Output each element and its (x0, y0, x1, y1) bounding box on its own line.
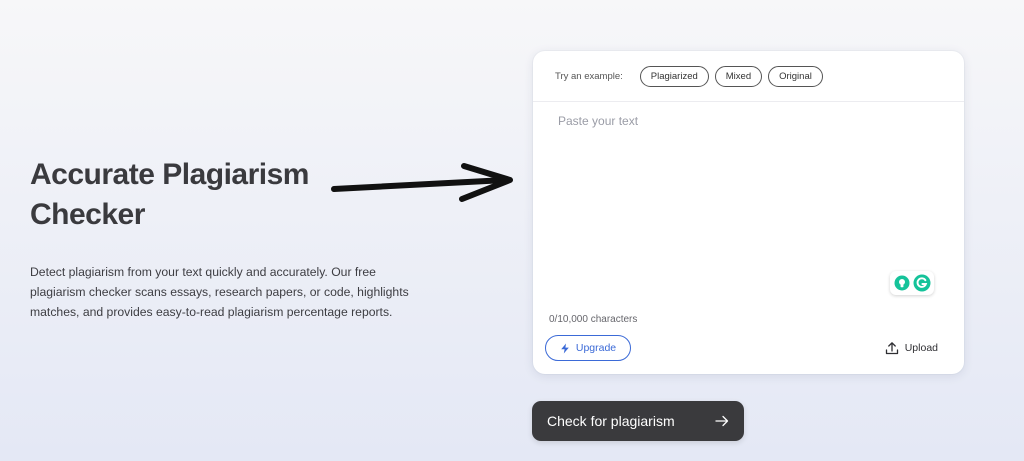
upgrade-button[interactable]: Upgrade (545, 335, 631, 361)
writing-helper-badge[interactable] (890, 271, 934, 295)
upload-icon (885, 342, 898, 355)
upload-button[interactable]: Upload (885, 339, 938, 357)
example-original-chip[interactable]: Original (768, 65, 823, 87)
grammarly-icon[interactable] (913, 274, 931, 292)
page-title: Accurate Plagiarism Checker (30, 158, 309, 231)
arrow-icon (331, 163, 513, 202)
check-plagiarism-label: Check for plagiarism (547, 413, 675, 429)
text-input[interactable] (549, 111, 949, 311)
lightning-icon (561, 343, 569, 353)
example-plagiarized-chip[interactable]: Plagiarized (639, 65, 709, 87)
lightbulb-icon[interactable] (894, 275, 910, 291)
upgrade-label: Upgrade (575, 342, 617, 354)
checker-card: Try an example: Plagiarized Mixed Origin… (533, 51, 964, 374)
examples-bar: Try an example: Plagiarized Mixed Origin… (533, 51, 964, 102)
page-description: Detect plagiarism from your text quickly… (30, 265, 409, 319)
check-plagiarism-button[interactable]: Check for plagiarism (532, 401, 744, 441)
upload-label: Upload (904, 342, 938, 354)
character-count: 0/10,000 characters (549, 314, 638, 325)
arrow-right-icon (715, 415, 729, 427)
example-mixed-chip[interactable]: Mixed (714, 65, 763, 87)
examples-label: Try an example: (555, 70, 623, 82)
